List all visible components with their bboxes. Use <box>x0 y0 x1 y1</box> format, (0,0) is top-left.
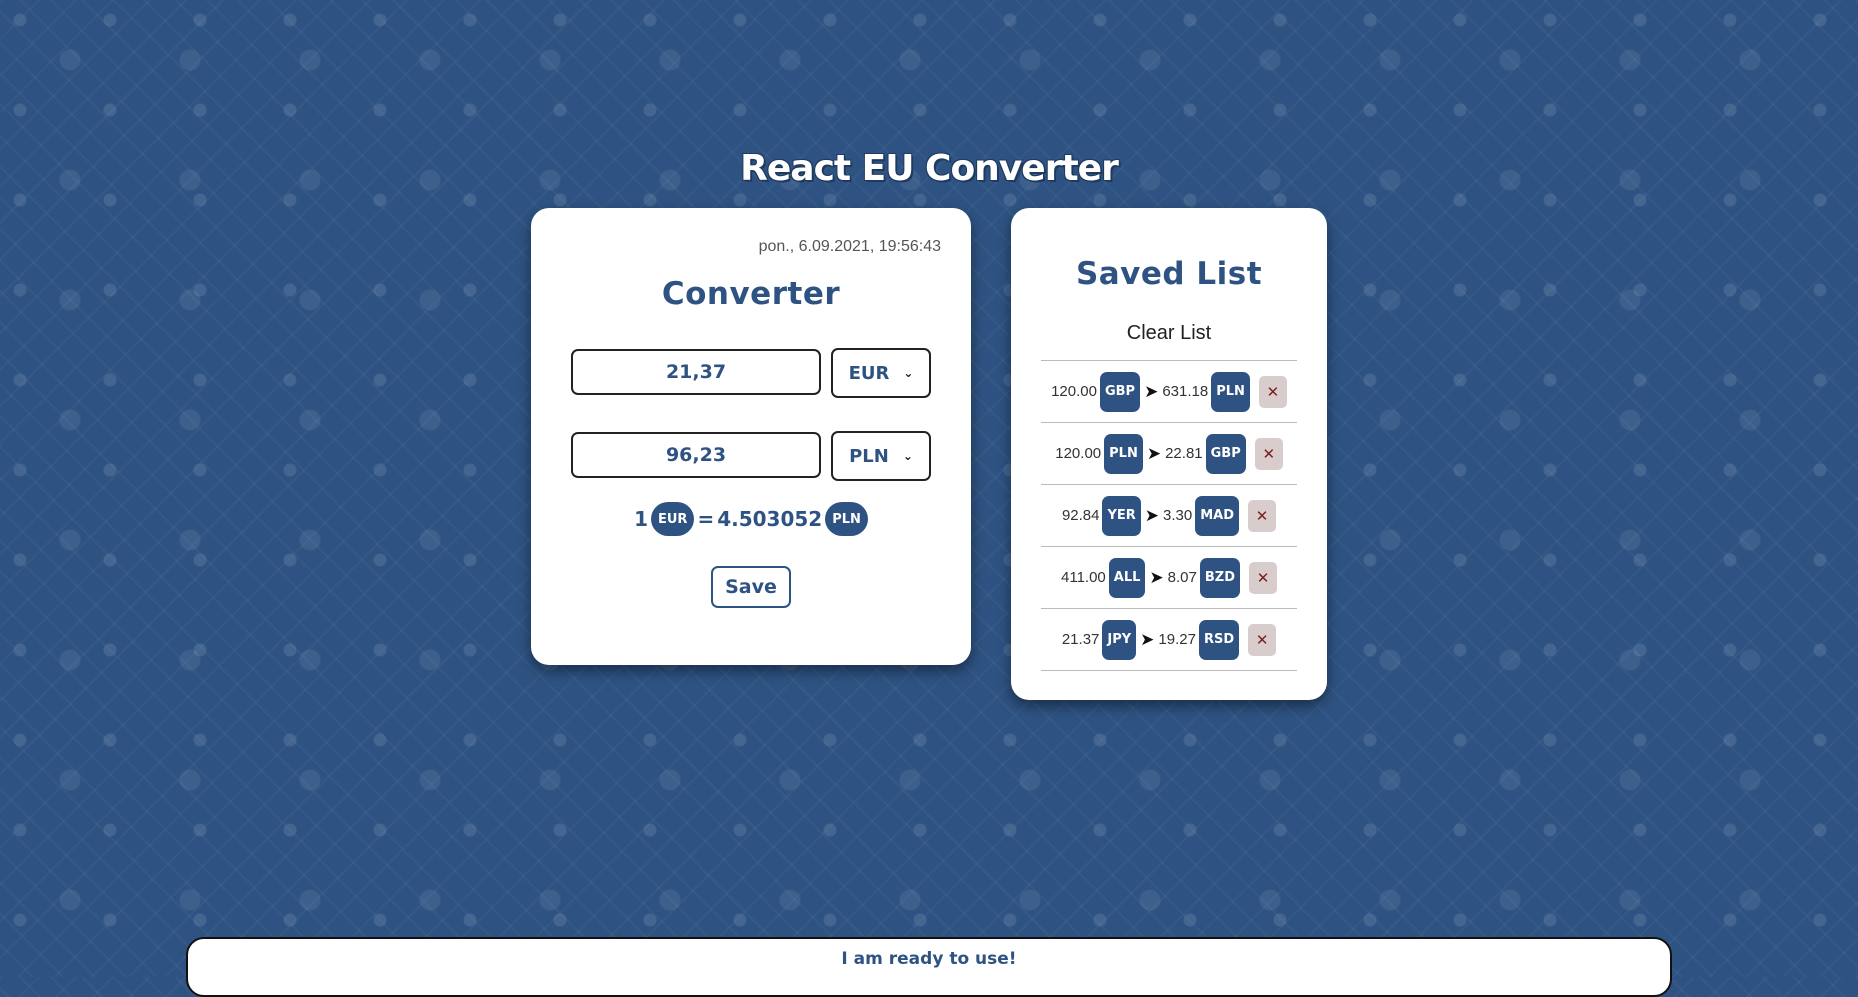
saved-from-currency-badge: GBP <box>1099 371 1141 412</box>
clear-list-button[interactable]: Clear List <box>1011 322 1327 345</box>
saved-to-currency-badge: MAD <box>1195 495 1240 536</box>
saved-to-amount: 22.81 <box>1165 445 1203 462</box>
timestamp: pon., 6.09.2021, 19:56:43 <box>758 238 941 255</box>
from-currency-select[interactable]: EUR ⌄ <box>831 348 931 398</box>
close-icon: ✕ <box>1262 444 1276 463</box>
saved-to-amount: 3.30 <box>1163 507 1193 524</box>
saved-from-currency-badge: ALL <box>1108 557 1146 598</box>
saved-list-heading: Saved List <box>1075 256 1263 292</box>
to-currency-select[interactable]: PLN ⌄ <box>831 431 931 481</box>
delete-item-button[interactable]: ✕ <box>1249 561 1277 594</box>
to-amount-input[interactable] <box>571 432 821 478</box>
saved-from-currency-badge: JPY <box>1102 619 1137 660</box>
rate-quote-currency-badge: PLN <box>825 502 868 536</box>
saved-list-item: 92.84 YER ➤ 3.30 MAD ✕ <box>1041 485 1297 547</box>
saved-list-item: 21.37 JPY ➤ 19.27 RSD ✕ <box>1041 609 1297 671</box>
converter-card: pon., 6.09.2021, 19:56:43 Converter EUR … <box>531 208 971 665</box>
from-currency-value: EUR <box>848 362 890 384</box>
rate-base-currency-badge: EUR <box>650 502 695 536</box>
saved-to-amount: 631.18 <box>1162 383 1209 400</box>
saved-from-amount: 21.37 <box>1061 631 1100 648</box>
saved-from-currency-badge: PLN <box>1104 433 1143 474</box>
close-icon: ✕ <box>1266 382 1280 401</box>
rate-equals-sign: = <box>697 507 715 531</box>
arrow-right-icon: ➤ <box>1140 629 1155 649</box>
saved-to-currency-badge: RSD <box>1198 619 1240 660</box>
chevron-down-icon: ⌄ <box>902 449 913 463</box>
saved-to-currency-badge: PLN <box>1211 371 1250 412</box>
saved-from-amount: 411.00 <box>1061 569 1106 586</box>
saved-list-item: 411.00 ALL ➤ 8.07 BZD ✕ <box>1041 547 1297 609</box>
delete-item-button[interactable]: ✕ <box>1248 499 1277 532</box>
to-currency-value: PLN <box>849 445 889 467</box>
rate-base-amount: 1 <box>634 507 648 531</box>
saved-from-amount: 120.00 <box>1051 383 1097 400</box>
exchange-rate-line: 1 EUR = 4.503052 PLN <box>531 502 971 536</box>
saved-list: 120.00 GBP ➤ 631.18 PLN ✕ 120.00 PLN ➤ 2… <box>1041 360 1297 671</box>
app-title: React EU Converter <box>740 148 1119 189</box>
saved-to-currency-badge: BZD <box>1199 557 1240 598</box>
arrow-right-icon: ➤ <box>1144 505 1160 525</box>
saved-from-amount: 92.84 <box>1061 507 1100 524</box>
close-icon: ✕ <box>1255 506 1269 525</box>
arrow-right-icon: ➤ <box>1144 381 1159 401</box>
rate-value: 4.503052 <box>717 507 823 531</box>
saved-to-amount: 8.07 <box>1167 569 1197 586</box>
arrow-right-icon: ➤ <box>1149 567 1164 587</box>
arrow-right-icon: ➤ <box>1146 443 1162 463</box>
close-icon: ✕ <box>1256 568 1270 587</box>
saved-to-currency-badge: GBP <box>1205 433 1246 474</box>
delete-item-button[interactable]: ✕ <box>1248 623 1277 656</box>
saved-list-item: 120.00 GBP ➤ 631.18 PLN ✕ <box>1041 361 1297 423</box>
saved-list-item: 120.00 PLN ➤ 22.81 GBP ✕ <box>1041 423 1297 485</box>
delete-item-button[interactable]: ✕ <box>1258 375 1287 408</box>
saved-from-amount: 120.00 <box>1055 445 1102 462</box>
save-button[interactable]: Save <box>711 566 791 608</box>
delete-item-button[interactable]: ✕ <box>1254 437 1283 470</box>
from-amount-input[interactable] <box>571 349 821 395</box>
close-icon: ✕ <box>1255 630 1269 649</box>
saved-from-currency-badge: YER <box>1102 495 1141 536</box>
converter-heading: Converter <box>661 276 841 312</box>
footer-message: I am ready to use! <box>841 949 1017 969</box>
chevron-down-icon: ⌄ <box>903 366 914 380</box>
saved-to-amount: 19.27 <box>1158 631 1196 648</box>
footer-panel: I am ready to use! <box>186 937 1672 997</box>
saved-list-card: Saved List Clear List 120.00 GBP ➤ 631.1… <box>1011 208 1327 700</box>
